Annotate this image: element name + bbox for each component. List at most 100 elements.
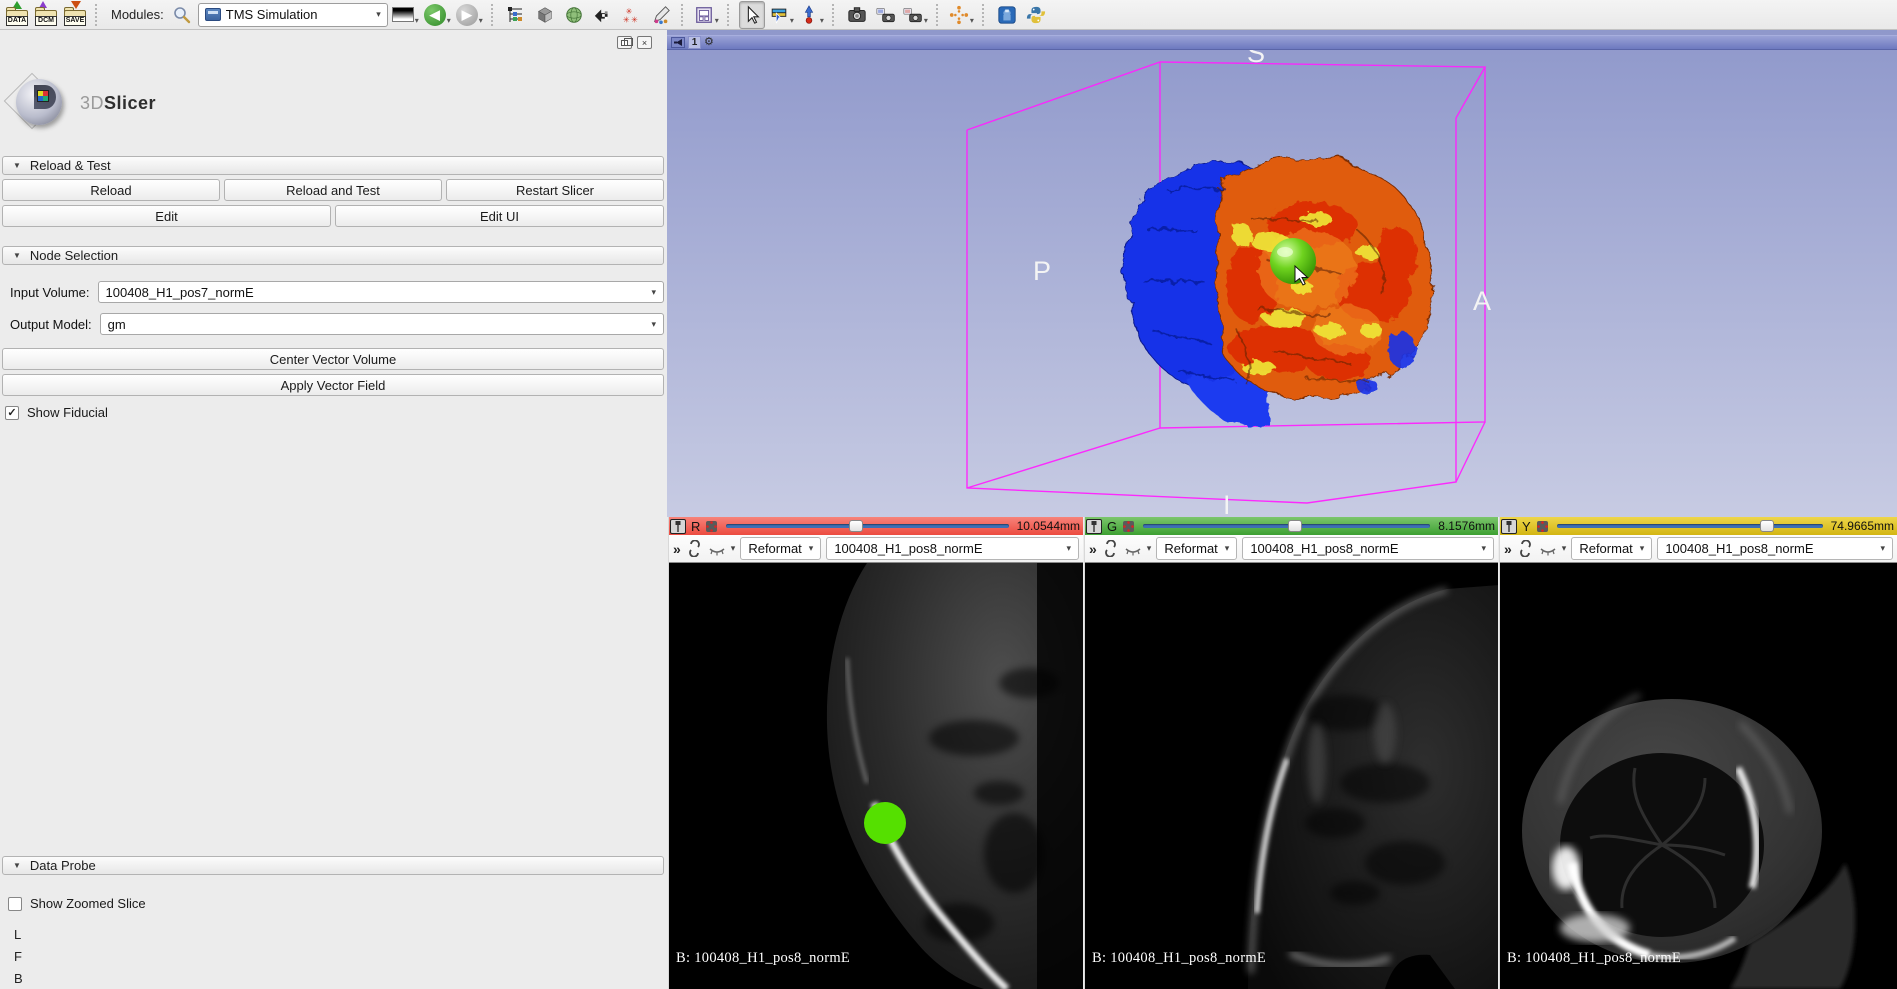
mouse-mode-pointer-button[interactable] [739, 1, 765, 29]
data-probe-section-header[interactable]: ▼ Data Probe [2, 856, 664, 875]
slice-pin-button[interactable] [670, 519, 686, 534]
slider-handle[interactable] [1288, 520, 1302, 532]
slice-offset-slider[interactable] [726, 519, 1008, 533]
volume-combo[interactable]: 100408_H1_pos8_normE ▾ [1242, 537, 1494, 560]
data-probe-layers: L F B [14, 927, 664, 986]
module-panel: × 3DSlicer ▼ Reload & Test Reload Reload… [0, 30, 666, 989]
module-back-button[interactable]: ◀ ▾ [423, 1, 452, 29]
save-icon: SAVE [63, 3, 87, 27]
python-console-button[interactable] [1023, 1, 1049, 29]
red-slice-image[interactable]: B: 100408_H1_pos8_normE [669, 563, 1083, 989]
slice-visibility-icon[interactable] [1124, 542, 1142, 556]
show-zoomed-slice-checkbox[interactable] [8, 897, 22, 911]
save-button[interactable]: SAVE [62, 1, 88, 29]
green-slice-image[interactable]: B: 100408_H1_pos8_normE [1085, 563, 1498, 989]
module-search-button[interactable] [169, 1, 195, 29]
more-options-chevron[interactable]: » [1504, 541, 1512, 557]
reload-button[interactable]: Reload [2, 179, 220, 201]
markups-button[interactable]: ✳ ✳ ✳ [619, 1, 645, 29]
slice-offset-slider[interactable] [1143, 519, 1430, 533]
yellow-slice-image[interactable]: B: 100408_H1_pos8_normE [1500, 563, 1897, 989]
module-history-swatch-button[interactable]: ▾ [391, 1, 420, 29]
scene-camera-restore-icon [903, 5, 923, 25]
views-sphere-button[interactable] [561, 1, 587, 29]
toolbar-separator [832, 4, 837, 26]
chevron-down-icon: ▾ [809, 543, 814, 554]
slice-intersection-icon[interactable] [1536, 520, 1549, 533]
scene-view-capture-button[interactable] [873, 1, 899, 29]
modules-dropdown[interactable]: TMS Simulation ▾ [198, 3, 388, 27]
restart-slicer-button[interactable]: Restart Slicer [446, 179, 664, 201]
module-hierarchy-button[interactable] [503, 1, 529, 29]
screenshot-button[interactable] [844, 1, 870, 29]
crosshair-button[interactable]: ▾ [948, 1, 975, 29]
output-model-combo[interactable]: gm ▾ [100, 313, 664, 335]
layout-selector-button[interactable]: ▾ [693, 1, 720, 29]
more-options-chevron[interactable]: » [1089, 541, 1097, 557]
slice-visibility-icon[interactable] [708, 542, 726, 556]
transforms-button[interactable] [590, 1, 616, 29]
load-data-button[interactable]: DATA [4, 1, 30, 29]
apply-vector-field-button[interactable]: Apply Vector Field [2, 374, 664, 396]
red-slice-options-row: » ▾ Reformat ▾ 100408_H1_pos8_normE ▾ [669, 535, 1083, 563]
extensions-manager-button[interactable] [994, 1, 1020, 29]
chevron-down-icon[interactable]: ▾ [731, 543, 736, 554]
scene-view-restore-button[interactable]: ▾ [902, 1, 929, 29]
link-slices-icon[interactable] [686, 540, 703, 557]
threed-view-controller-bar[interactable]: 1 ⚙ [667, 35, 1897, 50]
adjust-window-level-button[interactable]: ▾ [768, 1, 795, 29]
threed-scene: P A I S [667, 30, 1897, 517]
module-forward-button[interactable]: ▶ ▾ [455, 1, 484, 29]
slice-corner-label: B: 100408_H1_pos8_normE [676, 950, 850, 967]
link-slices-icon[interactable] [1102, 540, 1119, 557]
dicom-button[interactable]: DCM [33, 1, 59, 29]
slider-handle[interactable] [1760, 520, 1774, 532]
volume-combo[interactable]: 100408_H1_pos8_normE ▾ [826, 537, 1079, 560]
center-vector-volume-button[interactable]: Center Vector Volume [2, 348, 664, 370]
annotate-button[interactable] [648, 1, 674, 29]
threed-view[interactable]: P A I S 1 ⚙ [667, 30, 1897, 517]
slice-pin-button[interactable] [1086, 519, 1102, 534]
window-level-icon [769, 5, 789, 25]
slider-handle[interactable] [849, 520, 863, 532]
reload-and-test-button[interactable]: Reload and Test [224, 179, 442, 201]
edit-button[interactable]: Edit [2, 205, 331, 227]
output-model-value: gm [108, 317, 646, 332]
orientation-combo[interactable]: Reformat ▾ [740, 537, 821, 560]
slicer-logo: 3DSlicer [8, 74, 664, 132]
yellow-slice-options-row: » ▾ Reformat ▾ 100408_H1_pos8_normE ▾ [1500, 535, 1897, 563]
views-cube-button[interactable] [532, 1, 558, 29]
chevron-down-icon[interactable]: ▾ [1562, 543, 1567, 554]
volume-combo[interactable]: 100408_H1_pos8_normE ▾ [1657, 537, 1893, 560]
save-label: SAVE [64, 16, 86, 26]
view-pin-button[interactable] [671, 37, 685, 48]
orientation-combo[interactable]: Reformat ▾ [1156, 537, 1237, 560]
orientation-value: Reformat [748, 541, 801, 556]
slice-offset-slider[interactable] [1557, 519, 1823, 533]
slice-visibility-icon[interactable] [1539, 542, 1557, 556]
probe-layer-label: F [14, 949, 664, 964]
input-volume-combo[interactable]: 100408_H1_pos7_normE ▾ [98, 281, 665, 303]
link-slices-icon[interactable] [1517, 540, 1534, 557]
toolbar-separator [936, 4, 941, 26]
slicer-logo-text: 3DSlicer [80, 93, 156, 114]
chevron-down-icon: ▾ [1066, 543, 1071, 554]
search-icon [172, 5, 192, 25]
back-arrow-icon: ◀ [424, 4, 446, 26]
collapse-triangle-icon: ▼ [13, 861, 21, 870]
toolbar-separator [95, 4, 100, 26]
slice-intersection-icon[interactable] [1122, 520, 1135, 533]
more-options-chevron[interactable]: » [673, 541, 681, 557]
gear-icon[interactable]: ⚙ [704, 37, 714, 48]
place-fiducial-button[interactable]: ▾ [798, 1, 825, 29]
slice-pin-button[interactable] [1501, 519, 1517, 534]
show-fiducial-checkbox[interactable]: ✓ [5, 406, 19, 420]
orientation-combo[interactable]: Reformat ▾ [1571, 537, 1652, 560]
layout-icon [694, 5, 714, 25]
edit-ui-button[interactable]: Edit UI [335, 205, 664, 227]
chevron-down-icon[interactable]: ▾ [1147, 543, 1152, 554]
fiducial-sphere[interactable] [1270, 238, 1316, 284]
slice-intersection-icon[interactable] [705, 520, 718, 533]
reload-test-section-header[interactable]: ▼ Reload & Test [2, 156, 664, 175]
node-selection-section-header[interactable]: ▼ Node Selection [2, 246, 664, 265]
